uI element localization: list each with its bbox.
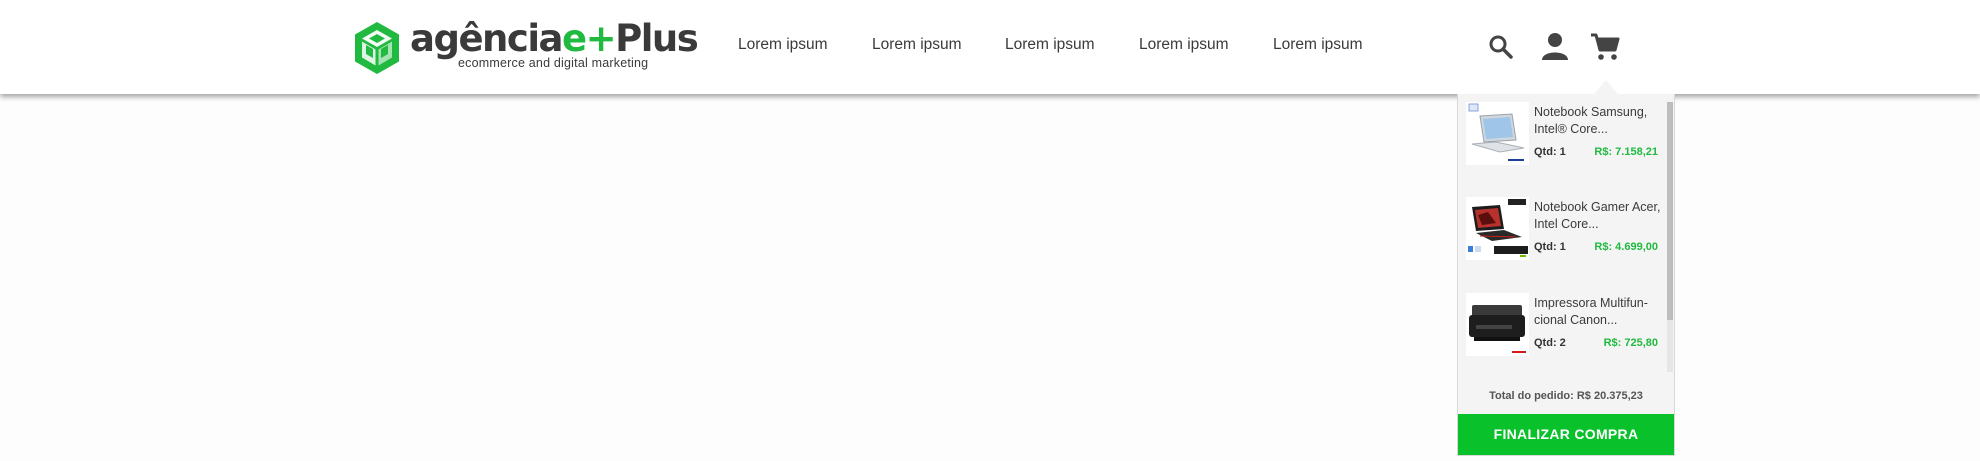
cart-item-qty: Qtd: 2 bbox=[1534, 337, 1566, 349]
brand-name-main: agência bbox=[410, 17, 563, 60]
nav-item-1[interactable]: Lorem ipsum bbox=[738, 36, 828, 54]
cart-item-price: R$: 725,80 bbox=[1603, 337, 1658, 349]
cart-item-qty: Qtd: 1 bbox=[1534, 241, 1566, 253]
search-icon[interactable] bbox=[1488, 34, 1514, 60]
brand-name-end: Plus bbox=[615, 17, 699, 60]
user-icon[interactable] bbox=[1540, 31, 1570, 61]
nav-item-2[interactable]: Lorem ipsum bbox=[872, 36, 962, 54]
brand-tagline: ecommerce and digital marketing bbox=[458, 56, 649, 70]
cart-item-price: R$: 4.699,00 bbox=[1594, 241, 1658, 253]
cart-item-qty: Qtd: 1 bbox=[1534, 146, 1566, 158]
site-header: agênciae+Plus ecommerce and digital mark… bbox=[0, 0, 1980, 94]
cart-scrollbar-thumb[interactable] bbox=[1667, 102, 1673, 320]
nav-item-3[interactable]: Lorem ipsum bbox=[1005, 36, 1095, 54]
cart-total: Total do pedido: R$ 20.375,23 bbox=[1489, 390, 1643, 402]
cart-item[interactable]: Notebook Gamer Acer, Intel Core... Qtd: … bbox=[1466, 197, 1666, 267]
cart-dropdown-caret bbox=[1594, 80, 1618, 94]
checkout-button[interactable]: FINALIZAR COMPRA bbox=[1458, 414, 1674, 455]
nav-item-4[interactable]: Lorem ipsum bbox=[1139, 36, 1229, 54]
brand-name-accent: e+ bbox=[561, 17, 617, 60]
laptop-gamer-thumbnail-icon bbox=[1466, 197, 1529, 260]
nav-item-5[interactable]: Lorem ipsum bbox=[1273, 36, 1363, 54]
cart-item-price: R$: 7.158,21 bbox=[1594, 146, 1658, 158]
cart-item-name: Notebook Gamer Acer, Intel Core... bbox=[1534, 200, 1661, 231]
laptop-silver-thumbnail-icon bbox=[1466, 102, 1529, 165]
cart-item-name: Impressora Multifun-cional Canon... bbox=[1534, 296, 1648, 327]
cart-item[interactable]: Impressora Multifun-cional Canon... Qtd:… bbox=[1466, 293, 1666, 363]
printer-thumbnail-icon bbox=[1466, 293, 1529, 356]
cart-dropdown: Notebook Samsung, Intel® Core... Qtd: 1 … bbox=[1457, 94, 1675, 456]
cube-logo-icon bbox=[355, 22, 399, 74]
cart-icon[interactable] bbox=[1590, 32, 1620, 62]
brand-name: agênciae+Plus bbox=[410, 17, 699, 60]
brand-logo[interactable]: agênciae+Plus ecommerce and digital mark… bbox=[352, 17, 699, 76]
cart-item[interactable]: Notebook Samsung, Intel® Core... Qtd: 1 … bbox=[1466, 102, 1666, 172]
cart-item-name: Notebook Samsung, Intel® Core... bbox=[1534, 105, 1648, 136]
